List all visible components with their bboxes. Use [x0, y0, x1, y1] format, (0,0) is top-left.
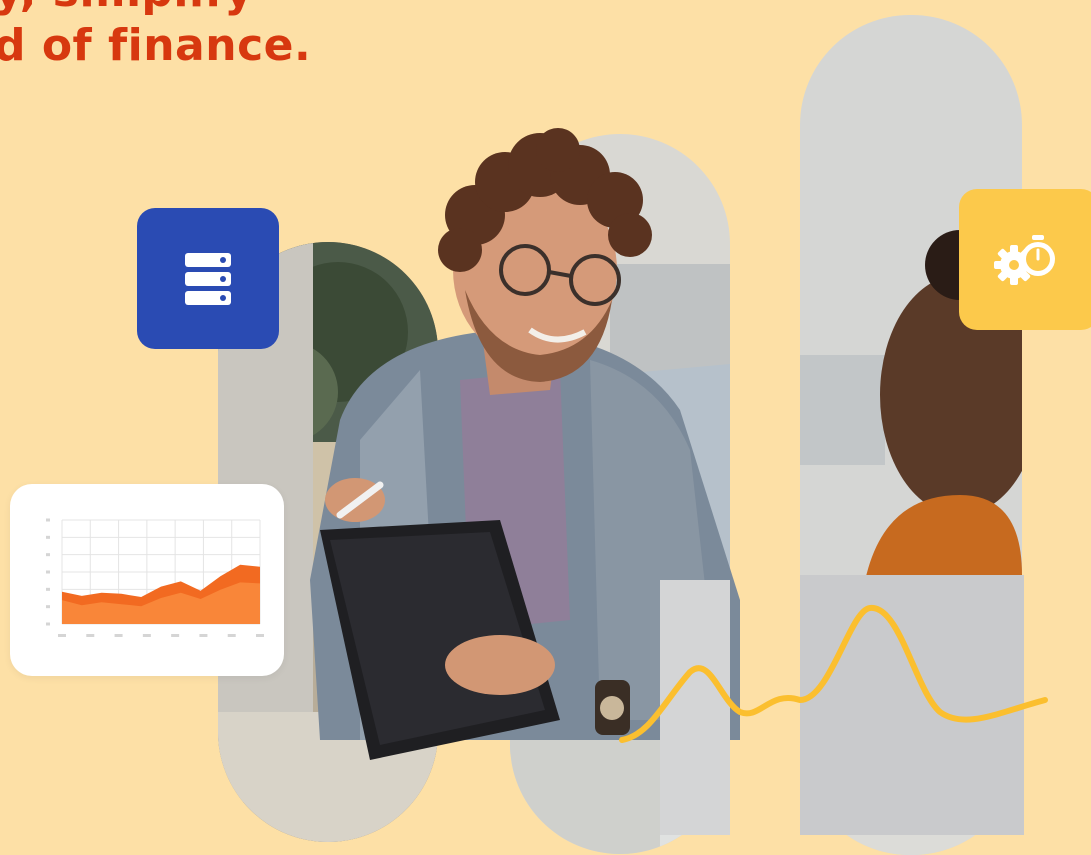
- laptops-foreground: [660, 575, 1024, 835]
- area-chart-card: [10, 484, 284, 676]
- server-stack-icon: [185, 252, 231, 305]
- chart-areas: [62, 564, 260, 624]
- x-tick-mark: [199, 634, 208, 637]
- x-tick-mark: [256, 634, 264, 637]
- headline-line-1: y, simplify: [0, 0, 253, 17]
- y-tick-mark: [46, 622, 50, 626]
- headline-line-2: d of finance.: [0, 20, 312, 71]
- headline: y, simplify d of finance.: [0, 0, 760, 80]
- x-tick-mark: [227, 634, 236, 637]
- y-tick-mark: [46, 570, 50, 574]
- y-tick-mark: [46, 605, 50, 609]
- gear-tile: [959, 189, 1091, 330]
- y-tick-mark: [46, 587, 50, 591]
- x-tick-mark: [171, 634, 180, 637]
- x-tick-mark: [58, 634, 66, 637]
- chart-y-ticks: [46, 518, 50, 626]
- y-tick-mark: [46, 553, 50, 557]
- area-chart-icon: [46, 518, 264, 637]
- server-tile: [137, 208, 279, 349]
- x-tick-mark: [114, 634, 123, 637]
- x-tick-mark: [86, 634, 95, 637]
- x-tick-mark: [142, 634, 151, 637]
- gear-stopwatch-icon: [994, 234, 1055, 285]
- y-tick-mark: [46, 518, 50, 522]
- chart-x-ticks: [58, 634, 264, 637]
- y-tick-mark: [46, 535, 50, 539]
